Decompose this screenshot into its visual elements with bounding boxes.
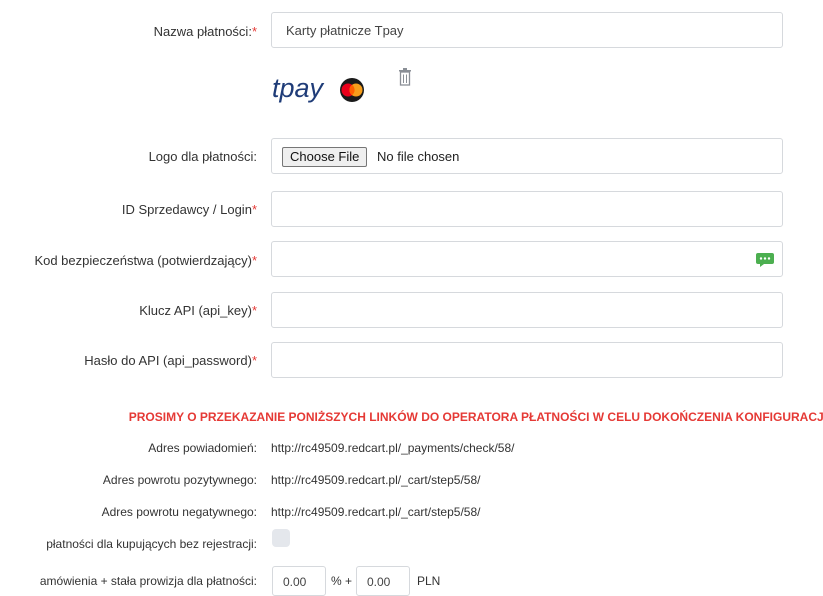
commission-fixed-input[interactable]: 0.00 <box>356 566 410 596</box>
trash-icon[interactable] <box>398 68 412 86</box>
tpay-logo: tpay <box>272 70 382 110</box>
configuration-notice: PROSIMY O PRZEKAZANIE PONIŻSZYCH LINKÓW … <box>128 410 823 424</box>
positive-return-url-value: http://rc49509.redcart.pl/_cart/step5/58… <box>271 473 481 487</box>
notification-url-label: Adres powiadomień: <box>148 441 257 455</box>
api-password-label: Hasło do API (api_password)* <box>84 353 257 368</box>
negative-return-url-label: Adres powrotu negatywnego: <box>101 505 257 519</box>
guest-payment-checkbox[interactable] <box>272 529 290 547</box>
merchant-id-label: ID Sprzedawcy / Login* <box>121 202 257 217</box>
api-key-label: Klucz API (api_key)* <box>139 303 257 318</box>
commission-percent-input[interactable]: 0.00 <box>272 566 326 596</box>
logo-upload-field[interactable]: Choose File No file chosen <box>271 138 783 174</box>
positive-return-url-label: Adres powrotu pozytywnego: <box>102 473 257 487</box>
required-mark: * <box>251 24 257 39</box>
required-mark: * <box>251 353 257 368</box>
commission-label: amówienia + stała prowizja dla płatności… <box>39 574 257 588</box>
logo-upload-label: Logo dla płatności: <box>148 149 257 164</box>
api-password-field[interactable] <box>271 342 783 378</box>
file-status: No file chosen <box>377 149 460 164</box>
chat-icon[interactable] <box>756 253 774 267</box>
payment-name-field[interactable]: Karty płatnicze Tpay <box>271 12 783 48</box>
required-mark: * <box>251 253 257 268</box>
commission-currency: PLN <box>417 574 441 588</box>
mastercard-icon <box>340 78 364 102</box>
commission-percent-separator: % + <box>331 574 353 588</box>
merchant-id-field[interactable] <box>271 191 783 227</box>
security-code-label: Kod bezpieczeństwa (potwierdzający)* <box>34 253 257 268</box>
negative-return-url-value: http://rc49509.redcart.pl/_cart/step5/58… <box>271 505 481 519</box>
required-mark: * <box>251 202 257 217</box>
api-key-field[interactable] <box>271 292 783 328</box>
payment-name-value: Karty płatnicze Tpay <box>286 23 404 38</box>
payment-name-label: Nazwa płatności:* <box>153 24 257 39</box>
security-code-field[interactable] <box>271 241 783 277</box>
notification-url-value: http://rc49509.redcart.pl/_payments/chec… <box>271 441 515 455</box>
guest-payment-label: płatności dla kupujących bez rejestracji… <box>46 537 257 551</box>
required-mark: * <box>251 303 257 318</box>
choose-file-button[interactable]: Choose File <box>282 147 368 167</box>
tpay-logo-text: tpay <box>272 73 325 103</box>
